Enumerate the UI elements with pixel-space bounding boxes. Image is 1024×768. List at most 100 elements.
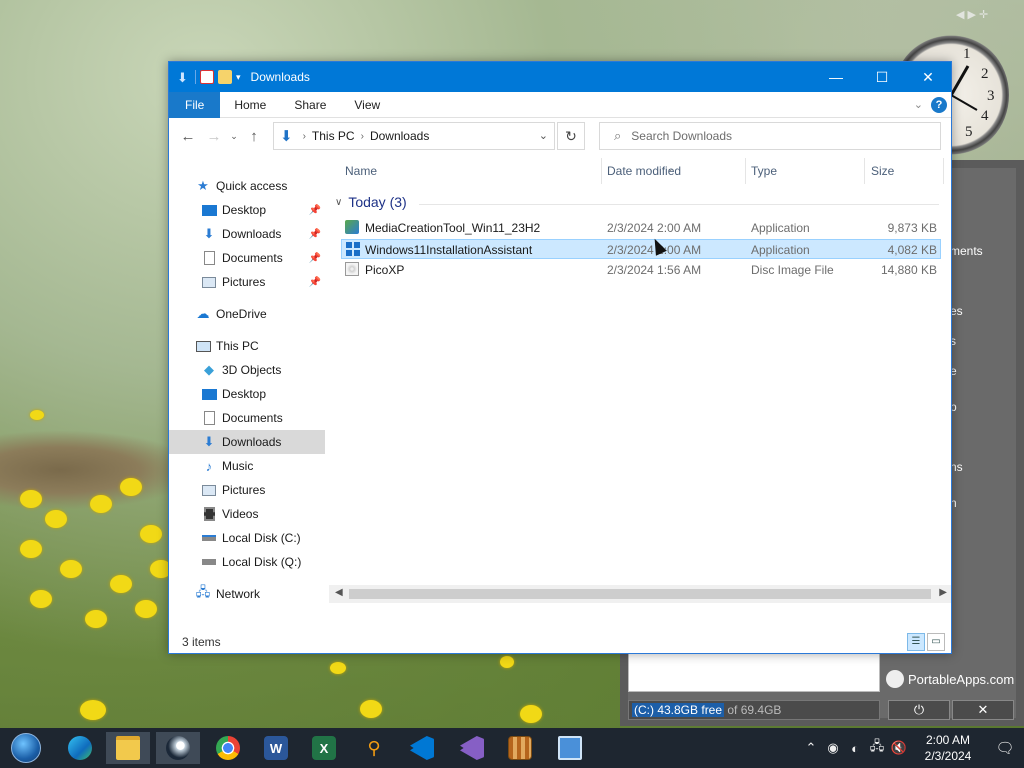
tab-share[interactable]: Share — [280, 92, 340, 118]
taskbar-archive-tool[interactable] — [498, 732, 542, 764]
nav-quick-access[interactable]: ★ Quick access — [169, 174, 325, 198]
star-icon: ★ — [197, 178, 209, 193]
taskbar-vscode[interactable] — [400, 732, 444, 764]
taskbar-file-explorer[interactable] — [106, 732, 150, 764]
qat-dropdown-icon[interactable]: ▾ — [236, 72, 241, 83]
onedrive-tray-icon[interactable]: ◐ — [844, 741, 866, 756]
collapse-chevron-icon[interactable]: ∨ — [335, 197, 342, 208]
up-arrow-icon[interactable]: ↑ — [241, 128, 267, 145]
file-row-picoxp[interactable]: PicoXP 2/3/2024 1:56 AM Disc Image File … — [341, 260, 941, 280]
excel-icon: X — [312, 736, 336, 760]
taskbar-edge[interactable] — [58, 732, 102, 764]
scroll-left-icon[interactable]: ◀ — [335, 587, 343, 598]
column-date-modified[interactable]: Date modified — [607, 164, 681, 178]
column-type[interactable]: Type — [751, 164, 777, 178]
document-icon — [201, 410, 217, 426]
pa-power-button[interactable]: ⏻ — [888, 700, 950, 720]
forward-arrow-icon[interactable]: → — [201, 128, 227, 145]
pin-icon[interactable]: 📌 — [309, 277, 321, 288]
search-box[interactable]: ⌕ Search Downloads — [599, 122, 941, 150]
title-bar[interactable]: ⬇ ▾ Downloads — ☐ ✕ — [169, 62, 951, 92]
pictures-icon — [201, 482, 217, 498]
vscode-icon — [410, 736, 434, 760]
nav-pc-downloads[interactable]: ⬇ Downloads — [169, 430, 325, 454]
minimize-button[interactable]: — — [813, 62, 859, 92]
taskbar-word[interactable]: W — [254, 732, 298, 764]
pa-search-area[interactable] — [628, 652, 880, 692]
notification-center-icon[interactable]: 🗨 — [986, 739, 1024, 757]
large-icons-view-icon[interactable]: ▭ — [927, 633, 945, 651]
column-size[interactable]: Size — [871, 164, 894, 178]
breadcrumb-downloads[interactable]: Downloads — [370, 129, 429, 143]
steam-tray-icon[interactable]: ◉ — [822, 740, 844, 756]
properties-icon[interactable] — [200, 70, 214, 84]
steam-icon — [166, 736, 190, 760]
breadcrumb-this-pc[interactable]: This PC — [312, 129, 355, 143]
pin-icon[interactable]: 📌 — [309, 205, 321, 216]
nav-pc-videos[interactable]: Videos — [169, 502, 325, 526]
nav-pc-desktop[interactable]: Desktop — [169, 382, 325, 406]
taskbar-search-tool[interactable]: ⚲ — [352, 732, 396, 764]
network-tray-icon[interactable]: 🖧 — [866, 737, 888, 759]
nav-pc-pictures[interactable]: Pictures — [169, 478, 325, 502]
nav-onedrive[interactable]: ☁ OneDrive — [169, 302, 325, 326]
tab-home[interactable]: Home — [220, 92, 280, 118]
details-view-icon[interactable]: ☰ — [907, 633, 925, 651]
search-input[interactable]: Search Downloads — [631, 129, 732, 143]
nav-qa-downloads[interactable]: ⬇ Downloads 📌 — [169, 222, 325, 246]
maximize-button[interactable]: ☐ — [859, 62, 905, 92]
new-folder-icon[interactable] — [218, 70, 232, 84]
pin-icon[interactable]: 📌 — [309, 253, 321, 264]
column-name[interactable]: Name — [345, 164, 377, 178]
volume-muted-icon[interactable]: 🔇 — [888, 740, 910, 756]
nav-qa-documents[interactable]: Documents 📌 — [169, 246, 325, 270]
taskbar-remote-desktop[interactable] — [548, 732, 592, 764]
tab-file[interactable]: File — [169, 91, 221, 118]
nav-pc-3d-objects[interactable]: ◆ 3D Objects — [169, 358, 325, 382]
expand-ribbon-icon[interactable]: ⌄ — [914, 98, 923, 111]
close-button[interactable]: ✕ — [905, 62, 951, 92]
nav-qa-pictures[interactable]: Pictures 📌 — [169, 270, 325, 294]
pa-close-button[interactable]: ✕ — [952, 700, 1014, 720]
nav-network[interactable]: 🖧 Network — [169, 582, 325, 606]
nav-this-pc[interactable]: This PC — [169, 334, 325, 358]
nav-qa-desktop[interactable]: Desktop 📌 — [169, 198, 325, 222]
taskbar-visual-studio[interactable] — [450, 732, 494, 764]
scroll-right-icon[interactable]: ▶ — [939, 587, 947, 598]
installer-app-icon — [345, 220, 359, 234]
file-type: Application — [751, 243, 810, 257]
pin-icon[interactable]: 📌 — [309, 229, 321, 240]
scroll-thumb[interactable] — [349, 589, 931, 599]
taskbar-chrome[interactable] — [206, 732, 250, 764]
gadget-nav-controls[interactable]: ◀ ▶ ✛ — [956, 8, 988, 21]
group-header-today[interactable]: ∨ Today (3) — [335, 194, 939, 210]
address-dropdown-icon[interactable]: ⌄ — [539, 129, 548, 142]
nav-pc-music[interactable]: ♪ Music — [169, 454, 325, 478]
taskbar-steam[interactable] — [156, 732, 200, 764]
recent-locations-icon[interactable]: ⌄ — [227, 131, 241, 142]
nav-pc-documents[interactable]: Documents — [169, 406, 325, 430]
nav-label: Videos — [222, 507, 259, 521]
nav-label: Local Disk (Q:) — [222, 555, 302, 569]
taskbar-clock[interactable]: 2:00 AM 2/3/2024 — [910, 732, 986, 764]
file-row-media-creation-tool[interactable]: MediaCreationTool_Win11_23H2 2/3/2024 2:… — [341, 218, 941, 238]
show-hidden-icons-chevron-icon[interactable]: ⌃ — [800, 740, 822, 756]
help-icon[interactable]: ? — [931, 97, 947, 113]
quick-access-toolbar: ⬇ ▾ — [169, 70, 241, 85]
downloads-folder-icon: ⬇ — [280, 128, 293, 145]
address-bar[interactable]: ⬇ › This PC › Downloads ⌄ — [273, 122, 555, 150]
file-row-windows11-installation-assistant[interactable]: Windows11InstallationAssistant 2/3/2024 … — [341, 239, 941, 259]
start-button[interactable] — [4, 732, 48, 764]
system-tray: ⌃ ◉ ◐ 🖧 🔇 2:00 AM 2/3/2024 🗨 — [800, 728, 1024, 768]
refresh-button[interactable]: ↻ — [557, 122, 585, 150]
pa-menu-item[interactable]: ments — [950, 244, 983, 258]
horizontal-scrollbar[interactable]: ◀ ▶ — [329, 585, 951, 603]
windows-logo-icon — [346, 242, 360, 256]
back-arrow-icon[interactable]: ← — [175, 128, 201, 145]
nav-label: 3D Objects — [222, 363, 282, 377]
taskbar-excel[interactable]: X — [302, 732, 346, 764]
nav-pc-local-disk-q[interactable]: Local Disk (Q:) — [169, 550, 325, 574]
monitor-icon — [558, 736, 582, 760]
tab-view[interactable]: View — [340, 92, 394, 118]
nav-pc-local-disk-c[interactable]: Local Disk (C:) — [169, 526, 325, 550]
